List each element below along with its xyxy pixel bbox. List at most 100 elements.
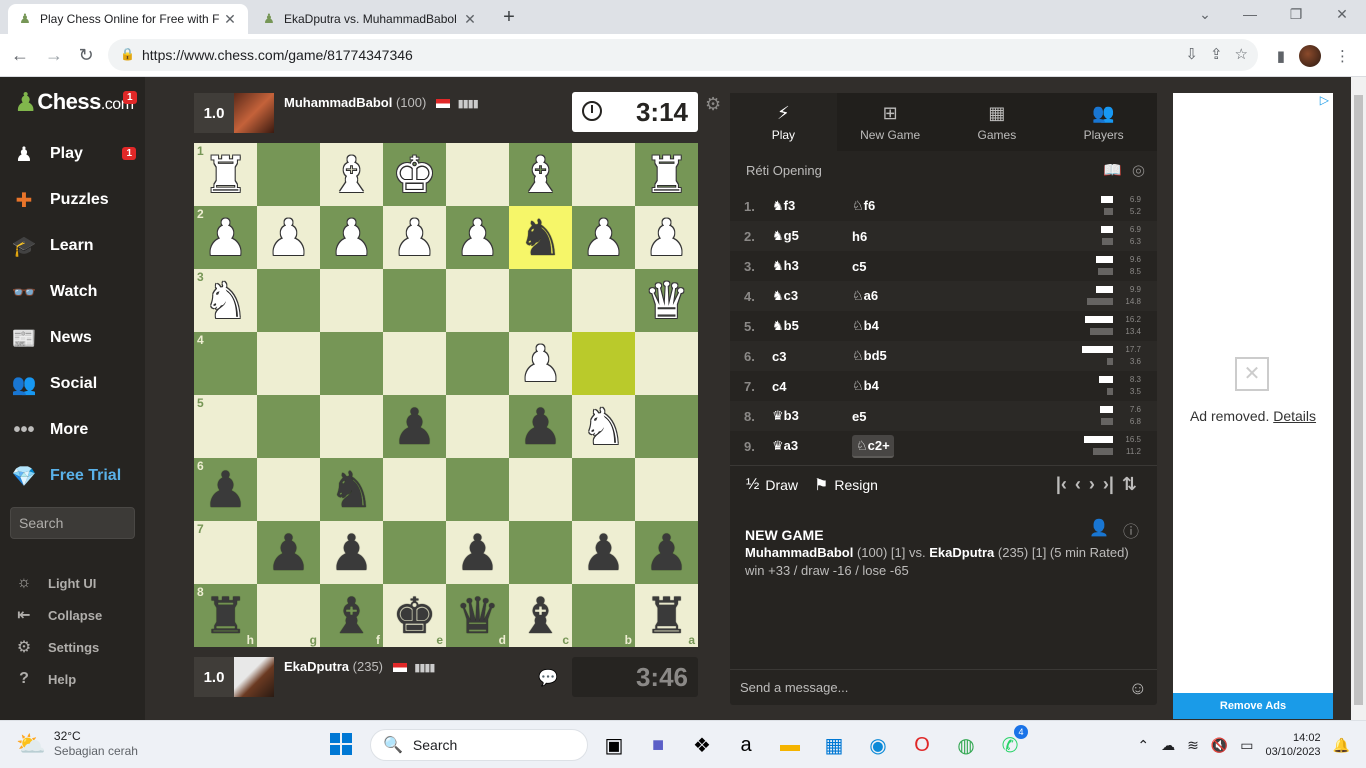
board-square[interactable]: ♞ [509,206,572,269]
black-pawn-icon[interactable]: ♟ [329,528,374,578]
last-move-icon[interactable]: ›| [1103,474,1114,495]
chesscom-logo[interactable]: ♟ Chess.com 1 [14,89,137,115]
white-knight-icon[interactable]: ♞ [203,276,248,326]
sidebar-settings[interactable]: ⚙ Settings [14,634,99,660]
sidebar-item-news[interactable]: 📰 News [10,322,140,354]
white-pawn-icon[interactable]: ♟ [392,213,437,263]
sidebar-item-puzzles[interactable]: ✚ Puzzles [10,184,140,216]
board-square[interactable]: ♟ [320,521,383,584]
back-button[interactable]: ← [8,43,32,67]
chevron-up-icon[interactable]: ⌃ [1137,737,1149,754]
board-square[interactable] [446,332,509,395]
browser-tab[interactable]: ♟ EkaDputra vs. MuhammadBabol ✕ [252,4,488,34]
profile-avatar[interactable] [1299,45,1321,67]
share-icon[interactable]: ⇪ [1210,45,1223,63]
black-bishop-icon[interactable]: ♝ [518,591,563,641]
chevron-down-icon[interactable]: ⌄ [1195,6,1215,23]
board-square[interactable]: ♝ [509,143,572,206]
draw-button[interactable]: ½ Draw [746,476,798,494]
task-view-icon[interactable]: ▣ [600,731,628,759]
store-icon[interactable]: ▦ [820,731,848,759]
white-knight-icon[interactable]: ♞ [581,402,626,452]
black-move[interactable]: ♘b4 [852,318,932,334]
board-square[interactable]: ♟ [383,395,446,458]
sidebar-item-play[interactable]: ♟ Play 1 [10,138,140,170]
taskbar-search[interactable]: 🔍 Search [370,729,588,761]
ad-details-link[interactable]: Details [1273,408,1316,424]
whatsapp-icon[interactable]: ✆ 4 [996,725,1028,759]
battery-icon[interactable]: ▭ [1240,737,1253,754]
white-move[interactable]: c3 [772,349,852,364]
black-move[interactable]: ♘b4 [852,378,932,394]
board-square[interactable]: e ♚ [383,584,446,647]
white-pawn-icon[interactable]: ♟ [518,339,563,389]
board-square[interactable] [383,458,446,521]
prev-move-icon[interactable]: ‹ [1075,474,1081,495]
black-pawn-icon[interactable]: ♟ [644,528,689,578]
sidepanel-icon[interactable]: ▮ [1277,47,1285,65]
board-square[interactable]: ♟ [572,521,635,584]
board-square[interactable]: 1 ♜ [194,143,257,206]
board-square[interactable] [572,458,635,521]
black-player-name[interactable]: EkaDputra [929,545,994,560]
star-icon[interactable]: ☆ [1235,45,1248,63]
player-avatar[interactable] [234,657,274,697]
black-pawn-icon[interactable]: ♟ [581,528,626,578]
board-square[interactable] [383,332,446,395]
notification-icon[interactable]: 🔔 [1333,737,1350,754]
white-pawn-icon[interactable]: ♟ [581,213,626,263]
board-square[interactable] [509,521,572,584]
sidebar-collapse[interactable]: ⇤ Collapse [14,602,102,628]
reload-button[interactable]: ↻ [74,43,98,67]
board-square[interactable]: ♟ [572,206,635,269]
board-square[interactable]: ♟ [383,206,446,269]
chat-input[interactable]: Send a message... ☺ [730,669,1157,705]
board-square[interactable]: ♞ [572,395,635,458]
board-square[interactable]: ♟ [509,395,572,458]
new-tab-button[interactable]: + [498,6,520,28]
player-avatar[interactable] [234,93,274,133]
black-pawn-icon[interactable]: ♟ [518,402,563,452]
board-square[interactable] [383,269,446,332]
sidebar-item-social[interactable]: 👥 Social [10,368,140,400]
white-pawn-icon[interactable]: ♟ [329,213,374,263]
opening-name[interactable]: Réti Opening [746,163,822,178]
board-square[interactable]: ♟ [257,521,320,584]
sidebar-help[interactable]: ? Help [14,666,76,692]
wifi-icon[interactable]: ≋ [1187,737,1199,754]
board-square[interactable]: c ♝ [509,584,572,647]
sidebar-item-free-trial[interactable]: 💎 Free Trial [10,460,140,492]
white-move[interactable]: ♛a3 [772,438,852,454]
board-square[interactable] [320,395,383,458]
board-square[interactable] [572,143,635,206]
board-settings-icon[interactable]: ⚙ [705,94,721,115]
board-square[interactable]: ♟ [509,332,572,395]
white-queen-icon[interactable]: ♛ [644,276,689,326]
adchoices-icon[interactable]: ▷ [1320,93,1329,107]
white-rook-icon[interactable]: ♜ [644,150,689,200]
next-move-icon[interactable]: › [1089,474,1095,495]
board-square[interactable]: 2 ♟ [194,206,257,269]
chrome-icon[interactable]: ◍ [952,731,980,759]
board-square[interactable]: ♟ [635,206,698,269]
board-square[interactable]: ♛ [635,269,698,332]
tab-games[interactable]: ▦ Games [944,93,1051,151]
install-icon[interactable]: ⇩ [1185,45,1198,63]
system-clock[interactable]: 14:02 03/10/2023 [1266,731,1321,759]
address-bar[interactable]: 🔒 https://www.chess.com/game/81774347346… [108,39,1258,71]
restore-button[interactable]: ❐ [1286,6,1306,23]
board-square[interactable] [572,332,635,395]
black-pawn-icon[interactable]: ♟ [266,528,311,578]
board-square[interactable]: ♚ [383,143,446,206]
board-square[interactable]: ♝ [320,143,383,206]
dropbox-icon[interactable]: ❖ [688,731,716,759]
white-king-icon[interactable]: ♚ [392,150,437,200]
player-name[interactable]: MuhammadBabol (100) ▮▮▮▮ [284,95,479,110]
white-move[interactable]: c4 [772,379,852,394]
white-pawn-icon[interactable]: ♟ [266,213,311,263]
first-move-icon[interactable]: |‹ [1056,474,1067,495]
black-pawn-icon[interactable]: ♟ [392,402,437,452]
board-square[interactable]: d ♛ [446,584,509,647]
board-square[interactable] [635,395,698,458]
black-knight-icon[interactable]: ♞ [518,213,563,263]
